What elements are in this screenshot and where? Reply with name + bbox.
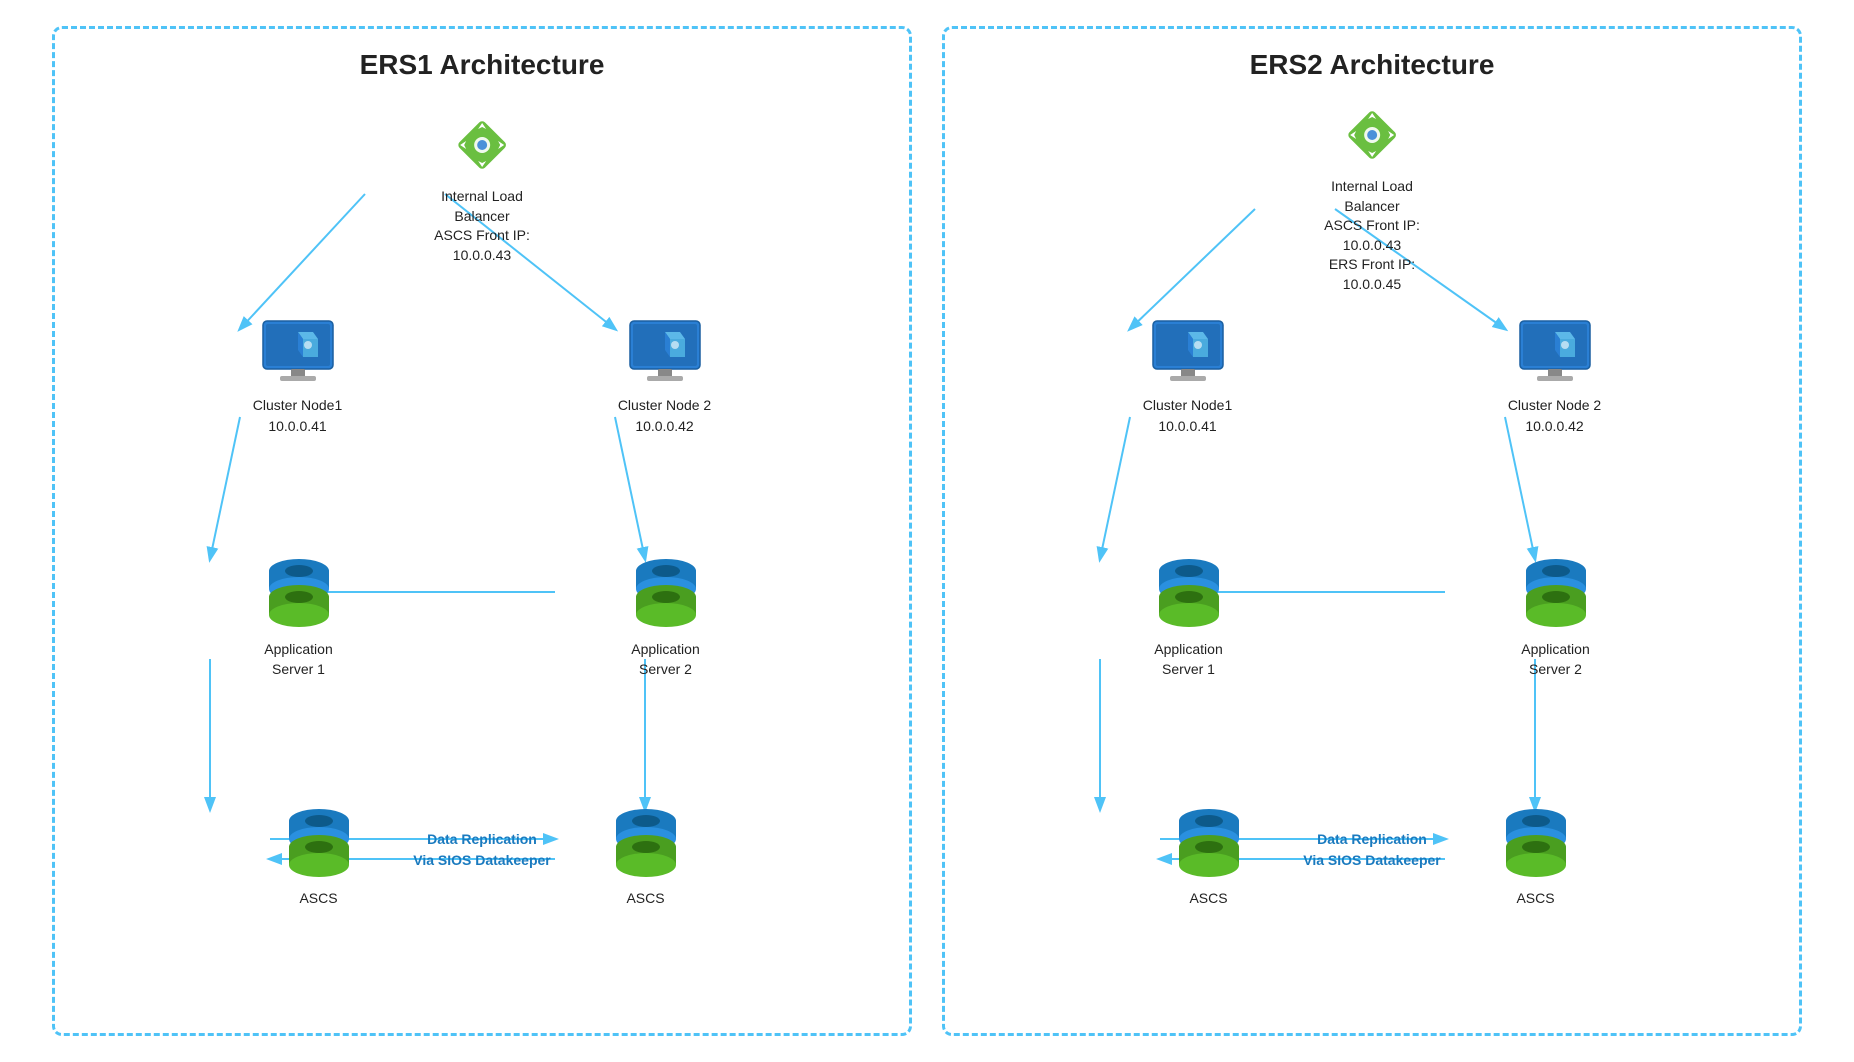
- ers2-ascs2-label: ASCS: [1516, 890, 1554, 906]
- ers1-app1-icon: [254, 549, 344, 634]
- ers2-node2: Cluster Node 210.0.0.42: [1508, 319, 1601, 437]
- ers2-node1: Cluster Node110.0.0.41: [1143, 319, 1233, 437]
- ers1-node2: Cluster Node 210.0.0.42: [618, 319, 711, 437]
- ers2-lb-icon: [1336, 99, 1408, 171]
- ers2-node2-label: Cluster Node 210.0.0.42: [1508, 395, 1601, 437]
- ers1-node1: Cluster Node110.0.0.41: [253, 319, 343, 437]
- ers1-ascs1-label: ASCS: [299, 890, 337, 906]
- ers2-box: ERS2 Architecture: [942, 26, 1802, 1036]
- ers2-app-section: ApplicationServer 1 ApplicationServer 2: [945, 549, 1799, 679]
- ers2-app2-label: ApplicationServer 2: [1521, 640, 1590, 679]
- ers1-app1-label: ApplicationServer 1: [264, 640, 333, 679]
- ers1-ascs2-icon: [601, 799, 691, 884]
- ers1-lb-label: Internal LoadBalancerASCS Front IP:10.0.…: [434, 187, 530, 265]
- ers1-app-section: ApplicationServer 1 ApplicationServer 2: [55, 549, 909, 679]
- ers2-ascs2-icon: [1491, 799, 1581, 884]
- ers1-node2-label: Cluster Node 210.0.0.42: [618, 395, 711, 437]
- ers2-app1: ApplicationServer 1: [1144, 549, 1234, 679]
- ers1-box: ERS1 Architecture: [52, 26, 912, 1036]
- ers1-node1-label: Cluster Node110.0.0.41: [253, 395, 343, 437]
- ers1-lb-icon: [446, 109, 518, 181]
- ers2-lb: Internal LoadBalancerASCS Front IP:10.0.…: [1324, 99, 1420, 295]
- ers1-ascs1-icon: [274, 799, 364, 884]
- ers2-app2-icon: [1511, 549, 1601, 634]
- ers1-title: ERS1 Architecture: [360, 49, 605, 81]
- ers2-ascs2: ASCS: [1491, 799, 1581, 906]
- ers1-app2-label: ApplicationServer 2: [631, 640, 700, 679]
- ers1-app2: ApplicationServer 2: [621, 549, 711, 679]
- ers2-node2-icon: [1515, 319, 1595, 389]
- ers1-node1-icon: [258, 319, 338, 389]
- ers1-app1: ApplicationServer 1: [254, 549, 344, 679]
- ers2-ascs1-icon: [1164, 799, 1254, 884]
- ers1-ascs1: ASCS: [274, 799, 364, 906]
- ers2-title: ERS2 Architecture: [1250, 49, 1495, 81]
- ers2-ascs-section: ASCS ASCS: [945, 799, 1799, 906]
- ers2-node1-label: Cluster Node110.0.0.41: [1143, 395, 1233, 437]
- ers2-lb-label: Internal LoadBalancerASCS Front IP:10.0.…: [1324, 177, 1420, 295]
- ers1-node2-icon: [625, 319, 705, 389]
- ers2-ascs1: ASCS: [1164, 799, 1254, 906]
- ers2-app2: ApplicationServer 2: [1511, 549, 1601, 679]
- ers2-ascs1-label: ASCS: [1189, 890, 1227, 906]
- ers1-cluster-section: Cluster Node110.0.0.41 Cluster Node 210.…: [55, 319, 909, 437]
- ers2-app1-label: ApplicationServer 1: [1154, 640, 1223, 679]
- ers1-ascs2: ASCS: [601, 799, 691, 906]
- ers1-app2-icon: [621, 549, 711, 634]
- ers2-cluster-section: Cluster Node110.0.0.41 Cluster Node 210.…: [945, 319, 1799, 437]
- ers2-app1-icon: [1144, 549, 1234, 634]
- main-container: ERS1 Architecture: [0, 0, 1854, 1062]
- ers2-node1-icon: [1148, 319, 1228, 389]
- ers1-ascs2-label: ASCS: [626, 890, 664, 906]
- ers1-ascs-section: ASCS ASCS: [55, 799, 909, 906]
- ers1-lb: Internal LoadBalancerASCS Front IP:10.0.…: [434, 109, 530, 265]
